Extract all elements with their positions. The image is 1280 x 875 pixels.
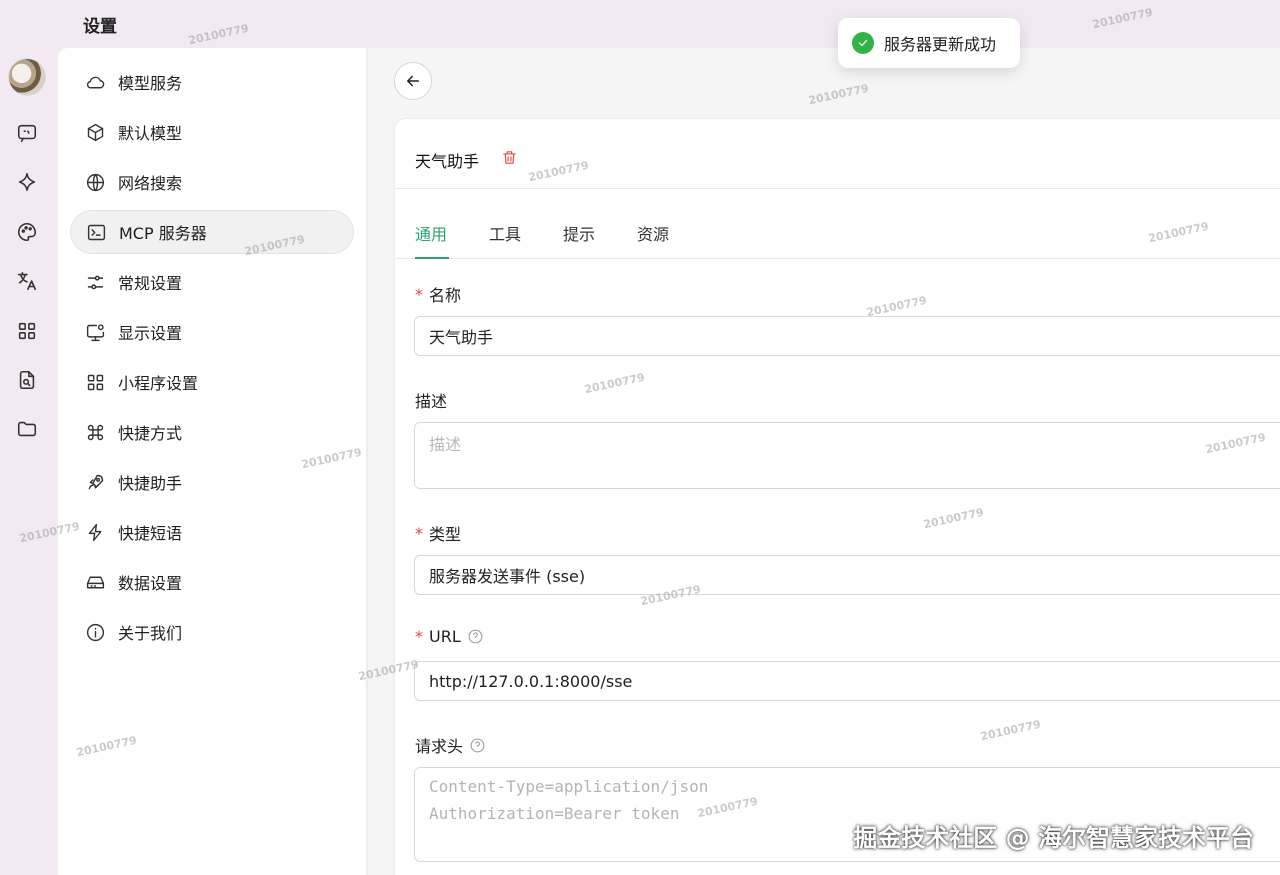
apps-grid-icon[interactable] bbox=[14, 318, 40, 344]
tab-tools[interactable]: 工具 bbox=[489, 221, 521, 245]
watermark: 20100779 bbox=[187, 21, 250, 48]
server-header: 天气助手 bbox=[395, 119, 1280, 189]
chat-icon[interactable] bbox=[14, 120, 40, 146]
menu-item-label: 网络搜索 bbox=[118, 174, 183, 193]
cloud-icon bbox=[84, 71, 106, 93]
toast-message: 服务器更新成功 bbox=[884, 35, 997, 54]
tab-resources[interactable]: 资源 bbox=[637, 221, 669, 245]
menu-item-mcp-servers[interactable]: MCP 服务器 bbox=[70, 210, 354, 254]
help-circle-icon[interactable] bbox=[469, 737, 486, 754]
brand-watermark: 掘金技术社区 @ 海尔智慧家技术平台 bbox=[853, 824, 1254, 852]
monitor-settings-icon bbox=[84, 321, 106, 343]
success-toast: 服务器更新成功 bbox=[838, 18, 1020, 68]
description-textarea[interactable]: 描述 bbox=[414, 422, 1280, 489]
headers-placeholder-line: Content-Type=application/json bbox=[429, 777, 709, 796]
tab-general[interactable]: 通用 bbox=[415, 221, 447, 245]
server-name: 天气助手 bbox=[415, 152, 480, 171]
check-circle-icon bbox=[852, 32, 874, 54]
url-label-text: URL bbox=[429, 627, 461, 646]
type-label: * 类型 bbox=[415, 521, 461, 545]
menu-item-data-settings[interactable]: 数据设置 bbox=[70, 560, 354, 604]
menu-item-model-service[interactable]: 模型服务 bbox=[70, 60, 354, 104]
menu-item-label: 快捷方式 bbox=[118, 424, 183, 443]
menu-item-label: 显示设置 bbox=[118, 324, 183, 343]
type-select[interactable]: 服务器发送事件 (sse) bbox=[414, 555, 1280, 595]
globe-icon bbox=[84, 171, 106, 193]
grid-icon bbox=[84, 371, 106, 393]
menu-item-quick-phrases[interactable]: 快捷短语 bbox=[70, 510, 354, 554]
command-icon bbox=[84, 421, 106, 443]
description-label: 描述 bbox=[415, 388, 447, 412]
required-mark: * bbox=[415, 523, 423, 543]
settings-menu: 模型服务 默认模型 网络搜索 MCP 服务器 常规设置 显示设置 小程序设置 快… bbox=[58, 48, 366, 875]
url-input[interactable]: http://127.0.0.1:8000/sse bbox=[414, 661, 1280, 701]
menu-item-label: 小程序设置 bbox=[118, 374, 199, 393]
required-mark: * bbox=[415, 284, 423, 304]
translate-icon[interactable] bbox=[14, 268, 40, 294]
url-label: * URL bbox=[415, 627, 484, 646]
headers-label: 请求头 bbox=[415, 733, 486, 757]
cube-icon bbox=[84, 121, 106, 143]
back-button[interactable] bbox=[394, 62, 432, 100]
window-title: 设置 bbox=[83, 17, 117, 37]
menu-item-default-model[interactable]: 默认模型 bbox=[70, 110, 354, 154]
menu-item-shortcuts[interactable]: 快捷方式 bbox=[70, 410, 354, 454]
help-circle-icon[interactable] bbox=[467, 628, 484, 645]
menu-item-label: 关于我们 bbox=[118, 624, 183, 643]
trash-icon[interactable] bbox=[501, 149, 519, 167]
palette-icon[interactable] bbox=[14, 219, 40, 245]
sparkle-icon[interactable] bbox=[14, 169, 40, 195]
menu-item-label: 模型服务 bbox=[118, 74, 183, 93]
menu-item-label: 默认模型 bbox=[118, 124, 183, 143]
folder-icon[interactable] bbox=[14, 416, 40, 442]
sliders-icon bbox=[84, 271, 106, 293]
name-label-text: 名称 bbox=[429, 286, 462, 305]
rocket-icon bbox=[84, 471, 106, 493]
menu-item-label: 数据设置 bbox=[118, 574, 183, 593]
menu-item-label: MCP 服务器 bbox=[119, 224, 207, 243]
name-label: * 名称 bbox=[415, 282, 461, 306]
description-label-text: 描述 bbox=[415, 392, 448, 411]
required-mark: * bbox=[415, 627, 423, 646]
server-tabs: 通用 工具 提示 资源 bbox=[395, 189, 1280, 259]
hard-drive-icon bbox=[84, 571, 106, 593]
tab-prompts[interactable]: 提示 bbox=[563, 221, 595, 245]
terminal-icon bbox=[85, 221, 107, 243]
menu-item-label: 常规设置 bbox=[118, 274, 183, 293]
active-tab-indicator bbox=[415, 257, 449, 259]
menu-item-about[interactable]: 关于我们 bbox=[70, 610, 354, 654]
file-search-icon[interactable] bbox=[14, 367, 40, 393]
lightning-icon bbox=[84, 521, 106, 543]
avatar[interactable] bbox=[8, 58, 46, 96]
menu-item-general-settings[interactable]: 常规设置 bbox=[70, 260, 354, 304]
arrow-left-icon bbox=[407, 75, 419, 87]
menu-item-label: 快捷助手 bbox=[118, 474, 183, 493]
server-detail-card: 天气助手 通用 工具 提示 资源 * 名称 天气助手 描述 描述 * 类型 服务 bbox=[394, 118, 1280, 875]
menu-item-web-search[interactable]: 网络搜索 bbox=[70, 160, 354, 204]
watermark: 20100779 bbox=[1091, 5, 1154, 32]
icon-rail bbox=[0, 48, 56, 875]
menu-item-display-settings[interactable]: 显示设置 bbox=[70, 310, 354, 354]
menu-item-label: 快捷短语 bbox=[118, 524, 183, 543]
menu-item-miniapp-settings[interactable]: 小程序设置 bbox=[70, 360, 354, 404]
info-icon bbox=[84, 621, 106, 643]
headers-label-text: 请求头 bbox=[415, 737, 464, 756]
main-panel: 天气助手 通用 工具 提示 资源 * 名称 天气助手 描述 描述 * 类型 服务 bbox=[367, 48, 1280, 875]
menu-item-quick-assistant[interactable]: 快捷助手 bbox=[70, 460, 354, 504]
name-input[interactable]: 天气助手 bbox=[414, 316, 1280, 356]
type-label-text: 类型 bbox=[429, 525, 462, 544]
